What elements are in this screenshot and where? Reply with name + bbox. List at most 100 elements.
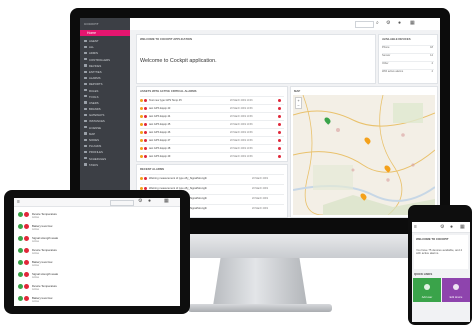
critical-icon: [144, 154, 147, 158]
quick-link-tile[interactable]: Add user: [413, 278, 441, 302]
device-count-row[interactable]: With active alarms 4: [382, 69, 434, 77]
sidebar-item-label: GATEWAYS: [89, 113, 105, 118]
list-item[interactable]: Signal strength weak Active: [16, 270, 178, 282]
alarm-date: 20 March 2019 10:36: [230, 115, 253, 118]
table-row[interactable]: test GPS Equip 46 20 March 2019 10:36: [140, 128, 284, 136]
list-item[interactable]: Device Temperature Active: [16, 282, 178, 294]
welcome-text: Welcome to Cockpit application.: [140, 58, 217, 64]
folder-icon: [84, 70, 87, 73]
table-row[interactable]: test GPS Equip 49 20 March 2019 10:36: [140, 152, 284, 160]
card-title: MAP: [294, 89, 301, 93]
folder-icon: [84, 107, 87, 110]
quick-links: Add user Edit device: [412, 278, 470, 322]
row-label: Phone: [382, 46, 390, 49]
quick-link-tile[interactable]: Edit device: [442, 278, 470, 302]
welcome-card: WELCOME TO COCKPIT You have 75 devices a…: [414, 235, 468, 269]
list-item[interactable]: Signal strength weak Active: [16, 234, 178, 246]
phone-screen: ≡ ⚙ ● ▦ WELCOME TO COCKPIT You have 75 d…: [412, 222, 470, 322]
alarm-icon: [24, 212, 29, 217]
alarm-date: 20 March 2019 10:36: [230, 131, 253, 134]
sidebar-item-label: MAP: [89, 131, 96, 136]
available-devices-card: AVAILABLE DEVICES Phone 18 Sensor 14 Other 4 W…: [378, 34, 438, 84]
asset-name: test GPS Equip 49: [149, 155, 171, 158]
sidebar-item-label: CONTROLLERS: [89, 57, 110, 62]
alarm-status-icon: [278, 130, 281, 134]
alarm-status-icon: [278, 154, 281, 158]
critical-icon: [144, 122, 147, 126]
asset-name: test GPS Equip 46: [149, 131, 171, 134]
menu-icon[interactable]: ≡: [414, 224, 417, 230]
table-row[interactable]: Warning measurement of type c8y_SignalSt…: [140, 174, 284, 182]
monitor-stand: [213, 258, 307, 306]
table-row[interactable]: test GPS Equip 47 20 March 2019 10:36: [140, 136, 284, 144]
status-icon: [18, 272, 23, 277]
apps-icon[interactable]: ▦: [164, 198, 169, 204]
alarm-status-icon: [278, 138, 281, 142]
search-input[interactable]: [110, 199, 134, 206]
folder-icon: [84, 138, 87, 141]
alarm-status-icon: [278, 122, 281, 126]
status-icon: [18, 236, 23, 241]
sidebar-item-home[interactable]: Home: [80, 30, 130, 36]
item-status: Active: [32, 228, 40, 231]
apps-icon[interactable]: ▦: [460, 224, 465, 230]
gear-icon[interactable]: ⚙: [386, 20, 390, 26]
list-item[interactable]: Battery level low Active: [16, 258, 178, 270]
map[interactable]: + −: [293, 95, 435, 215]
row-label: Sensor: [382, 54, 391, 57]
search-input[interactable]: [355, 21, 374, 28]
card-title: WELCOME TO COCKPIT APPLICATION: [140, 37, 193, 41]
device-count-row[interactable]: Phone 18: [382, 45, 434, 53]
folder-icon: [84, 82, 87, 86]
list-item[interactable]: Device Temperature Active: [16, 210, 178, 222]
table-row[interactable]: Test new type GPS Temp 45 20 March 2019 1…: [140, 96, 284, 104]
asset-name: test GPS Equip 45: [149, 123, 171, 126]
table-row[interactable]: test GPS Equip 44 20 March 2019 10:36: [140, 112, 284, 120]
asset-name: test GPS Equip 43: [149, 107, 171, 110]
table-row[interactable]: test GPS Equip 48 20 March 2019 10:36: [140, 144, 284, 152]
sidebar-item-label: ALL: [89, 45, 94, 50]
zoom-controls[interactable]: + −: [295, 97, 302, 109]
gear-icon[interactable]: ⚙: [440, 224, 444, 230]
desktop-screen: COCKPIT Home AGENT ALL ADMIN CONTROLLERS DEV…: [80, 18, 440, 218]
critical-icon: [144, 106, 147, 110]
table-row[interactable]: test GPS Equip 43 20 March 2019 10:36: [140, 104, 284, 112]
status-icon: [18, 248, 23, 253]
gear-icon[interactable]: ⚙: [138, 198, 142, 204]
row-label: With active alarms: [382, 70, 404, 73]
row-value: 4: [431, 70, 433, 73]
list-item[interactable]: Battery level low Active: [16, 294, 178, 306]
apps-icon[interactable]: ▦: [410, 20, 415, 26]
card-title: WELCOME TO COCKPIT: [416, 237, 449, 241]
device-count-row[interactable]: Sensor 14: [382, 53, 434, 61]
warning-icon: [140, 138, 143, 142]
warning-icon: [140, 146, 143, 150]
folder-icon: [84, 64, 87, 67]
sidebar-item-label: ALARMS: [89, 76, 101, 81]
list-item[interactable]: Device Temperature Active: [16, 246, 178, 258]
warning-icon: [140, 122, 143, 126]
alarm-date: 20 March 2019 10:36: [230, 139, 253, 142]
status-icon: [18, 284, 23, 289]
folder-icon: [84, 89, 87, 92]
device-count-row[interactable]: Other 4: [382, 61, 434, 69]
table-row[interactable]: test GPS Equip 45 20 March 2019 10:36: [140, 120, 284, 128]
sidebar-nav: AGENT ALL ADMIN CONTROLLERS DEVICES ENTITIES A…: [80, 38, 130, 168]
item-title: Device Temperature: [32, 247, 57, 252]
card-title: AVAILABLE DEVICES: [382, 37, 411, 41]
user-icon[interactable]: ●: [450, 224, 453, 230]
tile-icon: [453, 284, 459, 290]
menu-icon[interactable]: ≡: [17, 199, 20, 205]
folder-icon: [84, 51, 87, 55]
search-icon[interactable]: ⌕: [376, 20, 379, 26]
user-icon[interactable]: ●: [398, 20, 401, 26]
brand-logo: COCKPIT: [84, 22, 99, 26]
status-icon: [18, 260, 23, 265]
sidebar-item[interactable]: TASKS: [80, 162, 130, 168]
sidebar-item-label: DEVICES: [89, 63, 102, 68]
list-item[interactable]: Battery level low Active: [16, 222, 178, 234]
user-icon[interactable]: ●: [148, 198, 151, 204]
alarm-text: Warning measurement of type c8y_SignalSt…: [149, 177, 207, 180]
item-status: Active: [32, 264, 40, 267]
alarm-status-icon: [278, 106, 281, 110]
